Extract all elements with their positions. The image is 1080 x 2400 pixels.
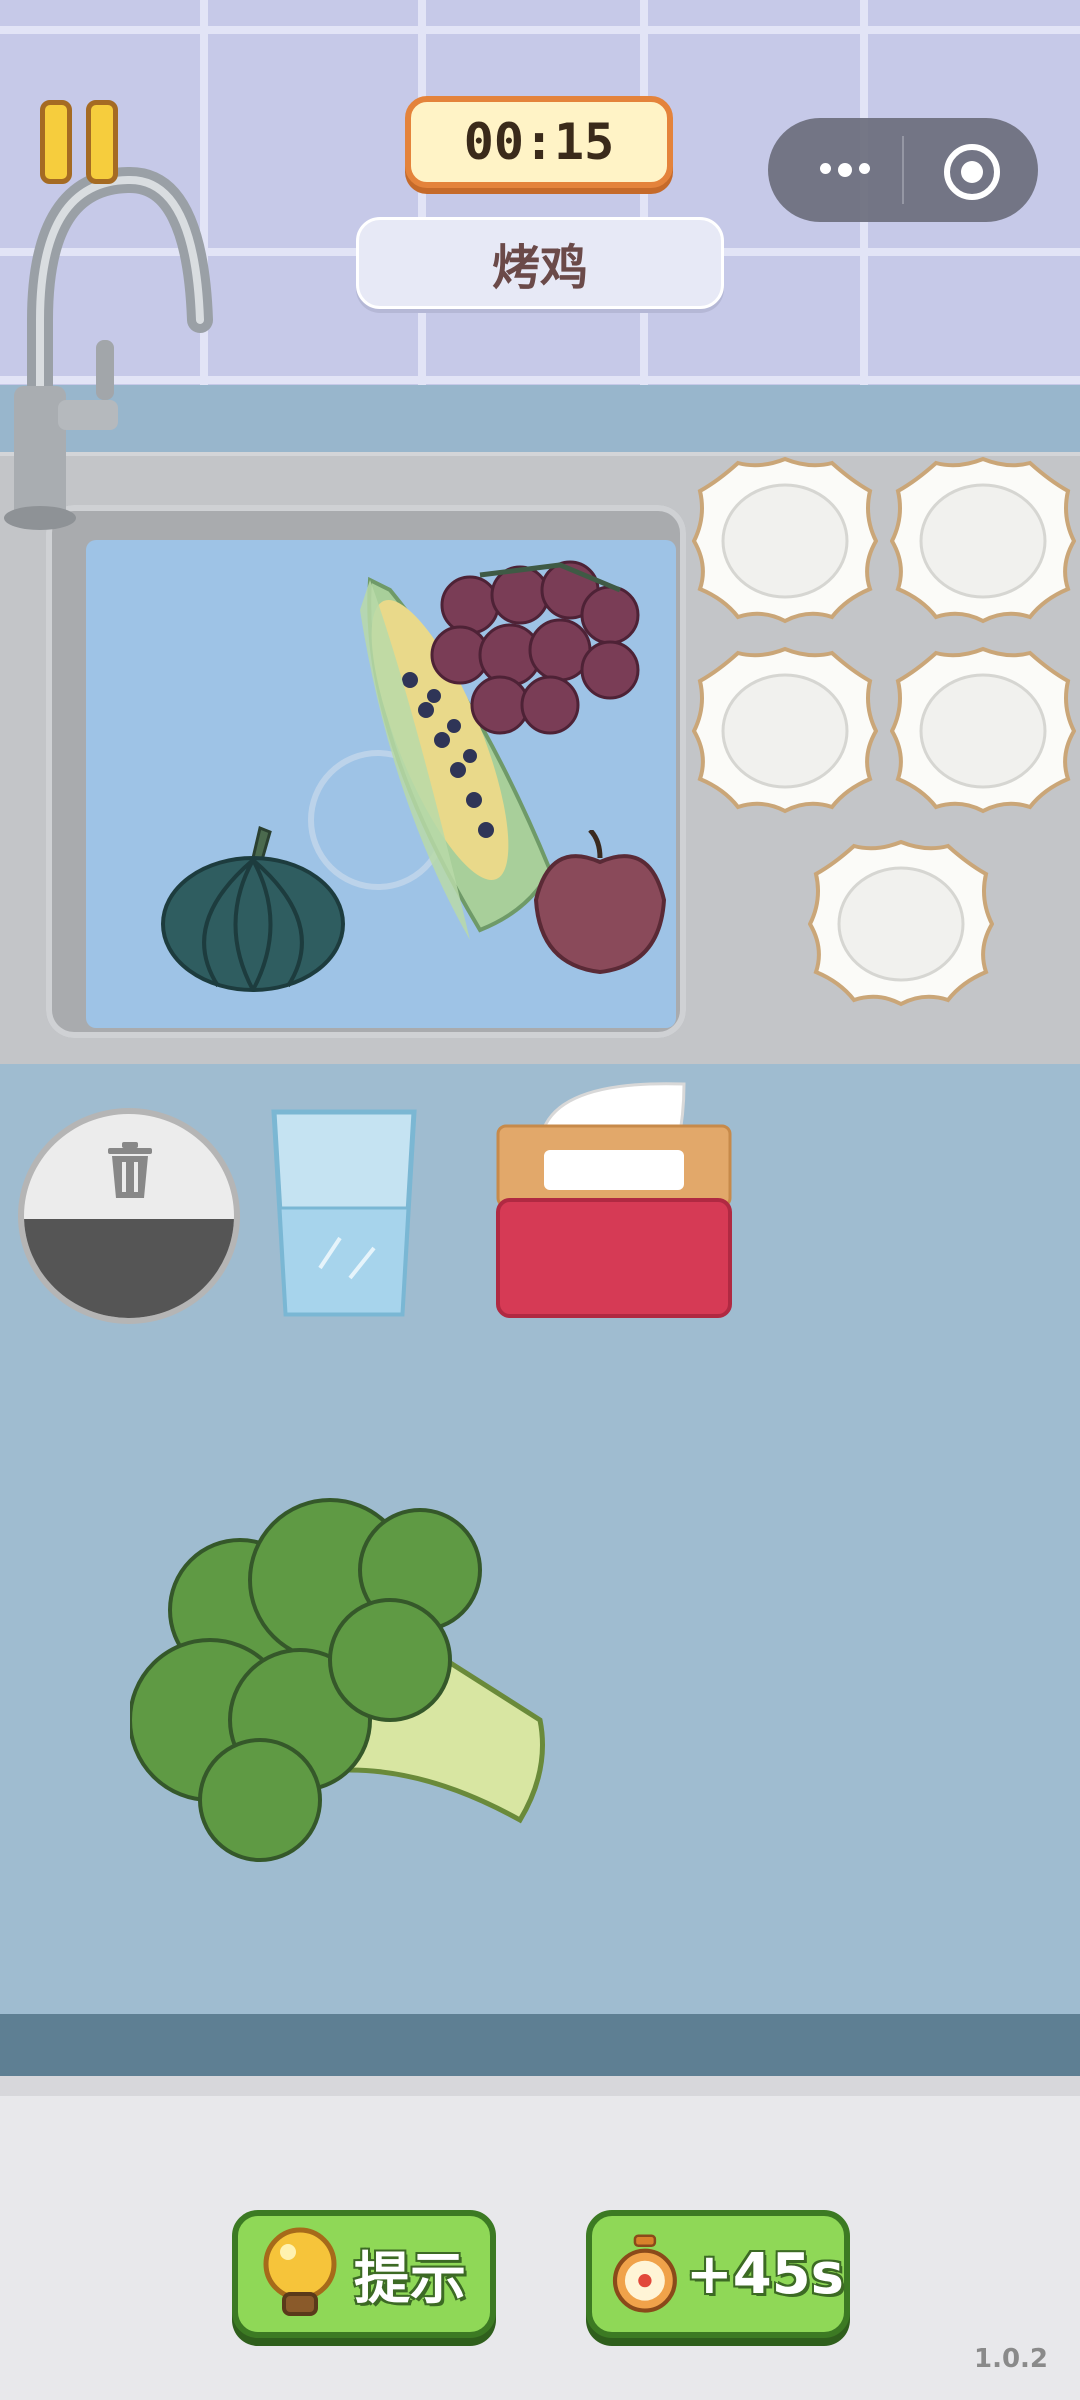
- plate[interactable]: [889, 645, 1077, 815]
- more-dots-icon: [820, 163, 870, 177]
- counter-edge: [0, 2014, 1080, 2076]
- close-miniprogram-button[interactable]: [940, 140, 1004, 204]
- lightbulb-icon: [263, 2227, 337, 2316]
- broccoli-icon[interactable]: [130, 1490, 560, 1870]
- pumpkin-icon[interactable]: [158, 820, 348, 992]
- tissue-box-icon[interactable]: [494, 1080, 734, 1322]
- plate[interactable]: [807, 838, 995, 1008]
- grapes-icon[interactable]: [420, 545, 660, 755]
- version-label: 1.0.2: [974, 2344, 1049, 2374]
- plate-icon: [691, 456, 879, 624]
- hint-button[interactable]: 提示: [232, 2210, 496, 2338]
- plate[interactable]: [691, 645, 879, 815]
- glass-icon[interactable]: [270, 1108, 418, 1318]
- timer-display: 00:15: [405, 96, 673, 188]
- stopwatch-icon: [612, 2234, 677, 2313]
- pause-icon: [40, 100, 72, 184]
- trash-icon: [108, 1142, 152, 1198]
- trash-bin[interactable]: [18, 1108, 240, 1324]
- pause-button[interactable]: [36, 100, 126, 188]
- floor-edge: [0, 2076, 1080, 2096]
- time-bonus-button[interactable]: +45s: [586, 2210, 850, 2338]
- plate-icon: [807, 839, 995, 1007]
- target-icon: [944, 144, 1000, 200]
- plate-icon: [889, 456, 1077, 624]
- plate-icon: [691, 646, 879, 814]
- capsule-divider: [902, 136, 904, 204]
- faucet-icon: [4, 166, 213, 530]
- plate[interactable]: [889, 455, 1077, 625]
- plate-icon: [889, 646, 1077, 814]
- dish-name-label: 烤鸡: [356, 217, 724, 309]
- more-options-button[interactable]: [800, 140, 890, 200]
- time-bonus-label: +45s: [685, 2241, 844, 2307]
- floor: [0, 2076, 1080, 2400]
- plate[interactable]: [691, 455, 879, 625]
- apple-icon[interactable]: [530, 830, 670, 975]
- hint-label: 提示: [354, 2246, 466, 2312]
